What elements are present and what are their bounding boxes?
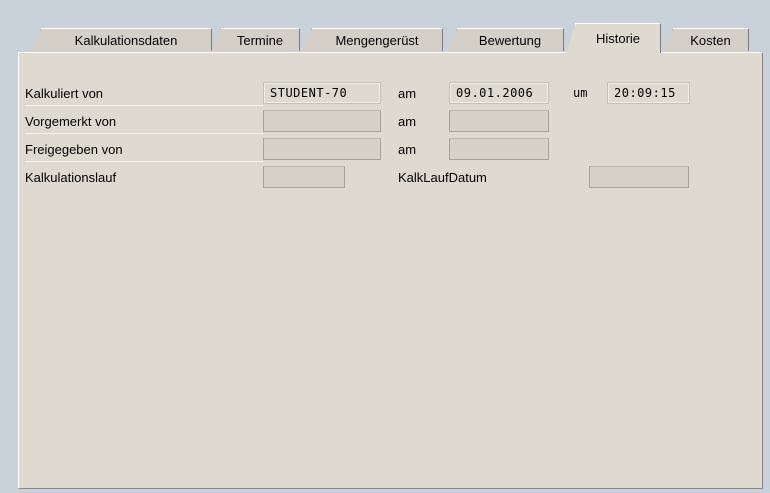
vorgemerkt-von-label: Vorgemerkt von <box>25 114 117 129</box>
freigegeben-von-field[interactable] <box>263 138 381 160</box>
tab-termine[interactable]: Termine <box>211 28 300 52</box>
kalkuliert-um-label: um <box>573 86 588 100</box>
vorgemerkt-am-label: am <box>398 114 417 129</box>
freigegeben-am-label: am <box>398 142 417 157</box>
tab-strip: Kalkulationsdaten Termine Mengengerüst B… <box>18 23 763 53</box>
kalkuliert-um-field[interactable]: 20:09:15 <box>607 82 690 104</box>
vorgemerkt-am-field[interactable] <box>449 110 549 132</box>
kalkulationslauf-label: Kalkulationslauf <box>25 170 117 185</box>
row-separator <box>25 105 263 106</box>
kalkulationslauf-field[interactable] <box>263 166 345 188</box>
freigegeben-von-label: Freigegeben von <box>25 142 123 157</box>
row-separator <box>25 133 263 134</box>
historie-panel: Kalkuliert von STUDENT-70 am 09.01.2006 … <box>18 52 763 489</box>
tab-historie[interactable]: Historie <box>566 23 661 53</box>
kalkuliert-am-label: am <box>398 86 417 101</box>
kalkuliert-von-label: Kalkuliert von <box>25 86 104 101</box>
row-separator <box>25 161 263 162</box>
tab-bewertung[interactable]: Bewertung <box>447 28 564 52</box>
kalkuliert-von-field[interactable]: STUDENT-70 <box>263 82 381 104</box>
vorgemerkt-von-field[interactable] <box>263 110 381 132</box>
tab-mengengeruest[interactable]: Mengengerüst <box>302 28 443 52</box>
window-frame: Kalkulationsdaten Termine Mengengerüst B… <box>0 0 770 493</box>
kalklaufdatum-field[interactable] <box>589 166 689 188</box>
tab-kalkulationsdaten[interactable]: Kalkulationsdaten <box>31 28 212 52</box>
tab-kosten[interactable]: Kosten <box>663 28 749 52</box>
freigegeben-am-field[interactable] <box>449 138 549 160</box>
kalklaufdatum-label: KalkLaufDatum <box>398 170 487 185</box>
kalkuliert-am-field[interactable]: 09.01.2006 <box>449 82 549 104</box>
